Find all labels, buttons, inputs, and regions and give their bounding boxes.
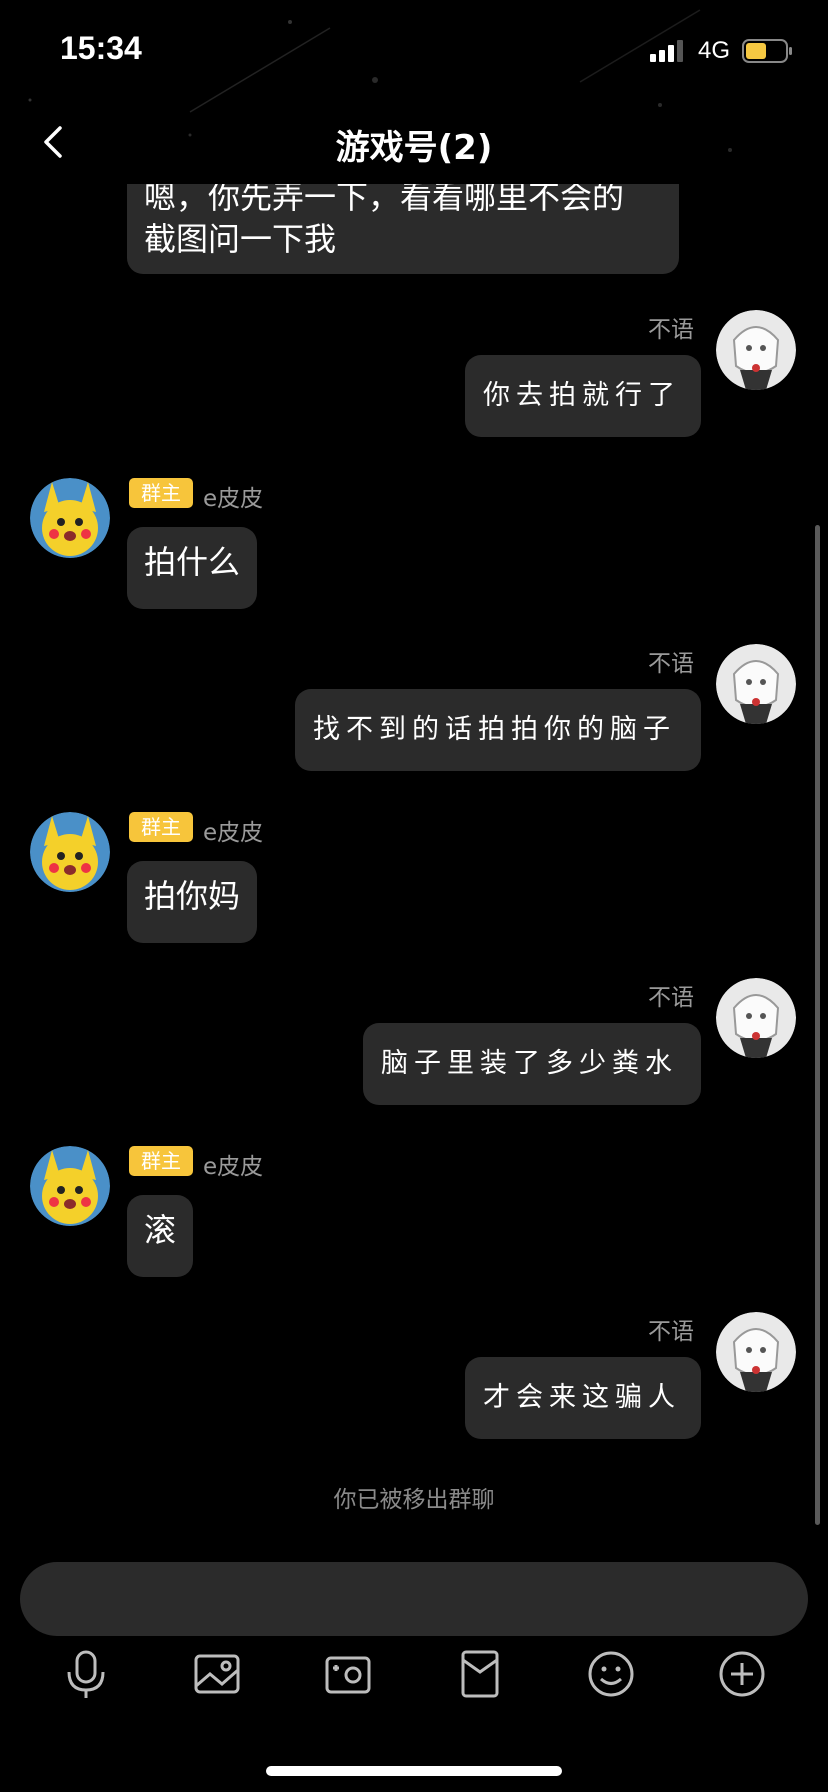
sender-name: e皮皮 [203,486,264,512]
network-type: 4G [697,37,730,64]
home-indicator[interactable] [266,1766,562,1776]
user-avatar[interactable] [716,644,796,724]
user-avatar[interactable] [716,978,796,1058]
message-bubble-right[interactable]: 找不到的话拍拍你的脑子 [295,689,701,771]
user-avatar[interactable] [716,310,796,390]
status-bar: 15:34 4G [0,0,828,100]
camera-icon[interactable] [323,1648,373,1700]
image-icon[interactable] [192,1648,242,1700]
battery-icon [742,39,792,63]
chat-scrollbar[interactable] [815,525,820,1525]
sender-name: 不语 [648,1319,694,1345]
status-indicators: 4G [649,36,794,66]
user-avatar[interactable] [30,478,110,558]
user-avatar[interactable] [30,812,110,892]
message-text: 截图问一下我 [144,220,337,258]
message-bubble-right[interactable]: 才会来这骗人 [465,1357,701,1439]
red-packet-icon[interactable] [455,1648,505,1700]
message-bubble-left[interactable]: 嗯，你先弄一下，看看哪里不会的 截图问一下我 [127,184,679,274]
input-toolbar [0,1648,828,1708]
user-avatar[interactable] [716,1312,796,1392]
system-notice-removed: 你已被移出群聊 [333,1487,495,1513]
chat-message-list[interactable]: 嗯，你先弄一下，看看哪里不会的 截图问一下我 不语 你去拍就行了 群主 e皮皮 … [0,184,828,1524]
message-bubble-right[interactable]: 脑子里装了多少粪水 [363,1023,701,1105]
sender-name: 不语 [648,317,694,343]
navigation-bar: 游戏号(2) [0,100,828,184]
group-owner-badge: 群主 [129,1146,193,1176]
cellular-signal-icon [649,40,683,62]
sender-name: 不语 [648,651,694,677]
add-icon[interactable] [717,1648,767,1700]
status-time: 15:34 [60,30,142,66]
message-bubble-left[interactable]: 拍什么 [127,527,258,609]
message-text: 嗯，你先弄一下，看看哪里不会的 [144,184,625,216]
group-owner-badge: 群主 [129,478,193,508]
message-bubble-left[interactable]: 滚 [127,1195,194,1277]
microphone-icon[interactable] [61,1648,111,1700]
sender-name: e皮皮 [203,820,264,846]
message-input[interactable] [20,1562,808,1636]
message-bubble-left[interactable]: 拍你妈 [127,861,258,943]
group-owner-badge: 群主 [129,812,193,842]
sender-name: 不语 [648,985,694,1011]
message-bubble-right[interactable]: 你去拍就行了 [465,355,701,437]
sender-name: e皮皮 [203,1154,264,1180]
user-avatar[interactable] [30,1146,110,1226]
chat-title: 游戏号(2) [335,128,493,168]
emoji-icon[interactable] [586,1648,636,1700]
